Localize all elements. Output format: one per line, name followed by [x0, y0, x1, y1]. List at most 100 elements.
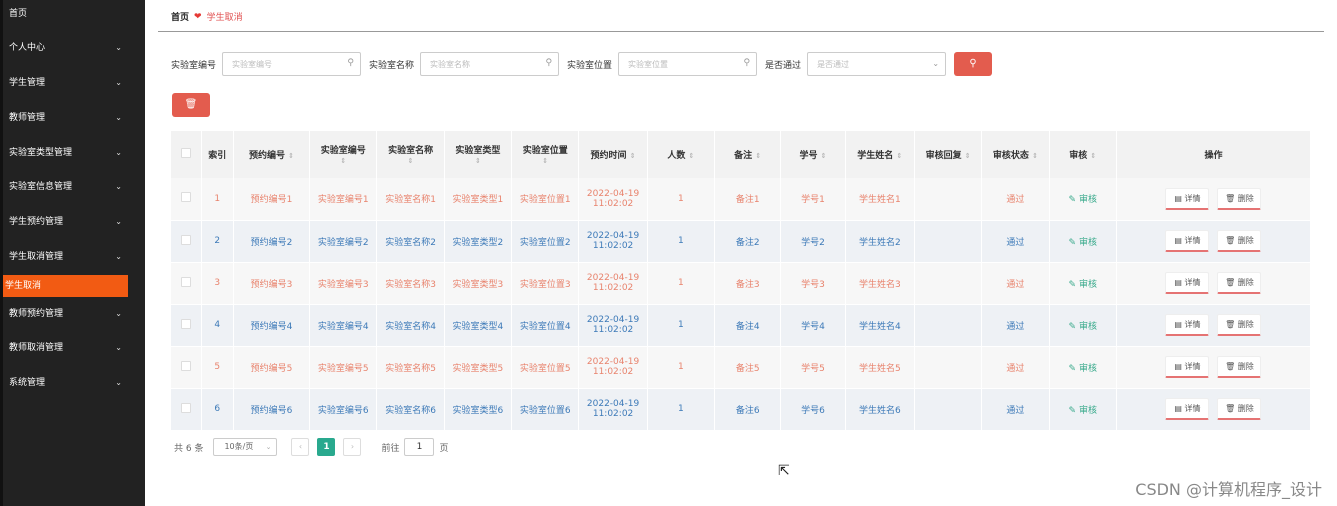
col-header[interactable]: 实验室位置 ⇕ — [511, 131, 580, 178]
sort-icon[interactable]: ⇕ — [475, 157, 481, 165]
cell-datetime: 2022-04-19 11:02:02 — [578, 178, 648, 221]
delete-button[interactable]: 🗑 删除 — [1217, 356, 1262, 378]
edit-icon: ✎ — [1068, 405, 1077, 416]
sort-icon[interactable]: ⇕ — [340, 157, 346, 165]
sort-icon[interactable]: ⇕ — [755, 152, 761, 160]
row-select[interactable] — [171, 262, 202, 305]
col-header[interactable]: 审核回复 ⇕ — [914, 131, 983, 178]
sidebar-item[interactable]: 学生取消 — [3, 275, 128, 297]
search-button[interactable]: ⚲ — [954, 52, 993, 76]
cell-status: 通过 — [981, 346, 1050, 389]
table-row: 2 预约编号2 实验室编号2 实验室名称2 实验室类型2 实验室位置2 2022-04-19… — [171, 220, 1312, 263]
col-header[interactable]: 实验室名称 ⇕ — [376, 131, 445, 178]
sort-icon[interactable]: ⇕ — [821, 152, 827, 160]
page-number-current[interactable]: 1 — [317, 438, 336, 456]
sort-icon[interactable]: ⇕ — [408, 157, 414, 165]
lab-loc-input[interactable] — [619, 53, 757, 75]
col-header[interactable]: 人数 ⇕ — [647, 131, 716, 178]
table-row: 1 预约编号1 实验室编号1 实验室名称1 实验室类型1 实验室位置1 2022-04-19… — [171, 178, 1312, 221]
cell-reply — [914, 346, 983, 389]
sidebar-item[interactable]: 个人中心 ⌄ — [3, 37, 128, 59]
lab-loc-field[interactable]: ⚲ — [618, 52, 758, 76]
row-select[interactable] — [171, 346, 202, 389]
sidebar-item[interactable]: 首页 — [3, 3, 128, 25]
col-header[interactable]: 学生姓名 ⇕ — [845, 131, 915, 178]
row-select[interactable] — [171, 304, 202, 347]
checkbox[interactable] — [180, 402, 191, 413]
col-header[interactable]: 审核状态 ⇕ — [981, 131, 1050, 178]
cell-note: 备注6 — [714, 388, 782, 431]
detail-button[interactable]: ▤ 详情 — [1165, 356, 1210, 378]
sidebar-item[interactable]: 实验室信息管理 ⌄ — [3, 176, 128, 198]
lab-no-field[interactable]: ⚲ — [222, 52, 362, 76]
search-form: 实验室编号 ⚲ 实验室名称 ⚲ 实验室位置 ⚲ 是否通过 ⌄ ⚲ — [171, 52, 993, 76]
detail-button[interactable]: ▤ 详情 — [1165, 314, 1210, 336]
checkbox[interactable] — [180, 318, 191, 329]
breadcrumb-home[interactable]: 首页 — [171, 10, 189, 23]
passed-select[interactable]: ⌄ — [807, 52, 947, 76]
sort-icon[interactable]: ⇕ — [689, 152, 695, 160]
sidebar-item-label: 学生取消管理 — [9, 252, 64, 262]
page-size-select[interactable]: 10条/页 ⌄ — [213, 438, 278, 456]
delete-button[interactable]: 🗑 删除 — [1217, 314, 1262, 336]
sort-icon[interactable]: ⇕ — [896, 152, 902, 160]
review-link[interactable]: ✎ 审核 — [1049, 262, 1117, 305]
cell-lab_name: 实验室名称1 — [376, 178, 445, 221]
row-select[interactable] — [171, 388, 202, 431]
col-header[interactable]: 预约编号 ⇕ — [233, 131, 311, 178]
checkbox[interactable] — [180, 276, 191, 287]
row-select[interactable] — [171, 178, 202, 221]
col-header[interactable]: 学号 ⇕ — [780, 131, 846, 178]
sort-icon[interactable]: ⇕ — [542, 157, 548, 165]
sidebar-item[interactable]: 教师取消管理 ⌄ — [3, 337, 128, 359]
detail-button[interactable]: ▤ 详情 — [1165, 230, 1210, 252]
sidebar-item[interactable]: 学生管理 ⌄ — [3, 72, 128, 94]
checkbox[interactable] — [180, 360, 191, 371]
prev-page-button[interactable]: ‹ — [291, 438, 310, 456]
table-row: 3 预约编号3 实验室编号3 实验室名称3 实验室类型3 实验室位置3 2022-04-19… — [171, 262, 1312, 305]
col-header[interactable]: 预约时间 ⇕ — [578, 131, 648, 178]
col-header[interactable]: 实验室编号 ⇕ — [309, 131, 378, 178]
detail-button[interactable]: ▤ 详情 — [1165, 272, 1210, 294]
col-header[interactable]: 审核 ⇕ — [1049, 131, 1117, 178]
review-link[interactable]: ✎ 审核 — [1049, 388, 1117, 431]
lab-name-field[interactable]: ⚲ — [420, 52, 560, 76]
sort-icon[interactable]: ⇕ — [1090, 152, 1096, 160]
lab-name-input[interactable] — [421, 53, 559, 75]
sort-icon[interactable]: ⇕ — [965, 152, 971, 160]
delete-button[interactable]: 🗑 删除 — [1217, 398, 1262, 420]
delete-button[interactable]: 🗑 删除 — [1217, 187, 1262, 210]
detail-button[interactable]: ▤ 详情 — [1165, 187, 1210, 210]
col-header[interactable]: 实验室类型 ⇕ — [444, 131, 513, 178]
review-link[interactable]: ✎ 审核 — [1049, 178, 1117, 221]
row-select[interactable] — [171, 220, 202, 263]
select-all[interactable] — [171, 131, 202, 178]
review-link[interactable]: ✎ 审核 — [1049, 346, 1117, 389]
sort-icon[interactable]: ⇕ — [630, 152, 636, 160]
delete-button[interactable]: 🗑 删除 — [1217, 272, 1262, 294]
lab-no-input[interactable] — [223, 53, 361, 75]
sidebar-item[interactable]: 学生取消管理 ⌄ — [3, 246, 128, 268]
edit-icon: ✎ — [1068, 279, 1077, 290]
col-header[interactable]: 备注 ⇕ — [714, 131, 782, 178]
review-link[interactable]: ✎ 审核 — [1049, 304, 1117, 347]
delete-button[interactable]: 🗑 删除 — [1217, 230, 1262, 252]
detail-button[interactable]: ▤ 详情 — [1165, 398, 1210, 420]
sidebar-item[interactable]: 教师管理 ⌄ — [3, 107, 128, 129]
sidebar-item-label: 实验室类型管理 — [9, 148, 73, 158]
next-page-button[interactable]: › — [343, 438, 362, 456]
sidebar-item[interactable]: 教师预约管理 ⌄ — [3, 303, 128, 325]
goto-page-input[interactable]: 1 — [404, 438, 435, 456]
sort-icon[interactable]: ⇕ — [288, 152, 294, 160]
checkbox[interactable] — [180, 234, 191, 245]
review-link[interactable]: ✎ 审核 — [1049, 220, 1117, 263]
sidebar-item[interactable]: 系统管理 ⌄ — [3, 372, 128, 394]
sidebar-item[interactable]: 实验室类型管理 ⌄ — [3, 142, 128, 164]
sidebar-item[interactable]: 学生预约管理 ⌄ — [3, 211, 128, 233]
chevron-down-icon: ⌄ — [115, 378, 122, 387]
passed-select-input[interactable] — [808, 53, 946, 75]
checkbox[interactable] — [180, 192, 191, 203]
sort-icon[interactable]: ⇕ — [1032, 152, 1038, 160]
batch-delete-button[interactable]: 🗑 — [172, 93, 210, 117]
checkbox[interactable] — [180, 148, 191, 158]
